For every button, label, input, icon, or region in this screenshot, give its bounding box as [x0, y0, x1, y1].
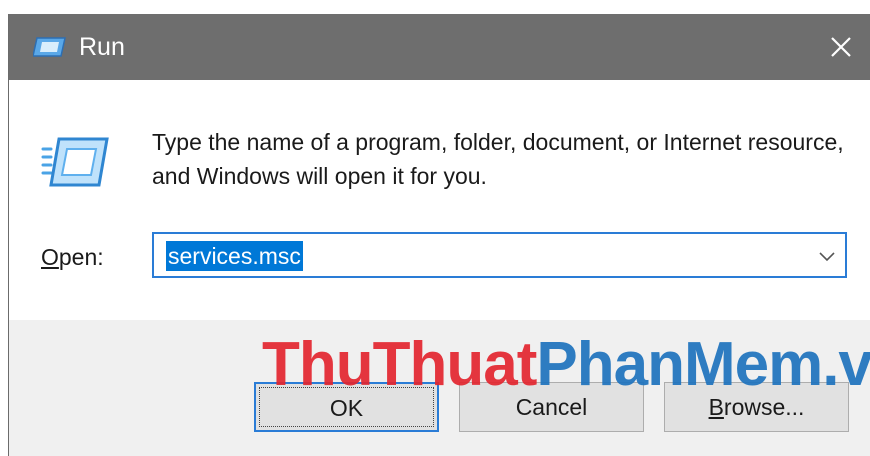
open-input[interactable]: services.msc: [166, 241, 303, 271]
title-bar[interactable]: Run: [9, 14, 870, 80]
run-icon: [33, 37, 66, 57]
chevron-down-icon[interactable]: [817, 246, 837, 266]
run-program-icon: [41, 137, 109, 187]
close-button[interactable]: [822, 28, 860, 66]
open-combobox[interactable]: services.msc: [152, 232, 847, 278]
window-title: Run: [79, 33, 125, 61]
dialog-content: Type the name of a program, folder, docu…: [9, 80, 870, 320]
open-label-mnemonic: O: [41, 244, 59, 270]
watermark: ThuThuatPhanMem.vn: [262, 330, 870, 400]
dialog-description: Type the name of a program, folder, docu…: [152, 129, 844, 189]
watermark-part2: PhanMem.vn: [536, 330, 870, 399]
close-icon: [831, 37, 851, 57]
watermark-part1: ThuThuat: [262, 330, 537, 399]
open-label: Open:: [41, 242, 104, 272]
open-label-text: pen:: [58, 244, 104, 270]
